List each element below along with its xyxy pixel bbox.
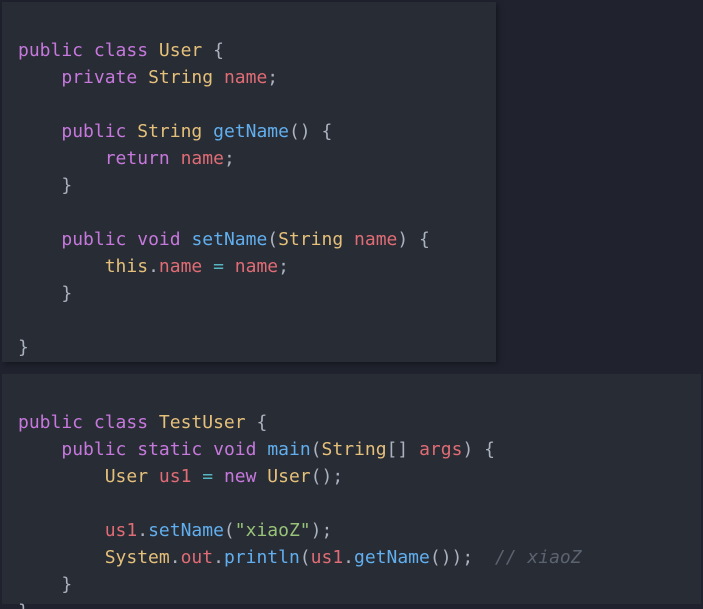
- type: String: [278, 229, 343, 250]
- paren: ) {: [462, 439, 495, 460]
- variable: us1: [159, 466, 192, 487]
- keyword: public: [18, 412, 83, 433]
- type: String: [137, 121, 202, 142]
- code-line: }: [18, 337, 29, 358]
- code-block-testuser: public class TestUser { public static vo…: [2, 374, 701, 604]
- code-line: public class TestUser {: [18, 412, 267, 433]
- class-name: TestUser: [159, 412, 246, 433]
- dot: .: [343, 547, 354, 568]
- blank-line: [18, 493, 29, 514]
- code-line: public static void main(String[] args) {: [18, 439, 495, 460]
- code-line: }: [18, 574, 72, 595]
- identifier: name: [235, 256, 278, 277]
- paren: (: [224, 520, 235, 541]
- keyword: void: [213, 439, 256, 460]
- string-literal: "xiaoZ": [235, 520, 311, 541]
- code-line: public void setName(String name) {: [18, 229, 430, 250]
- paren: (: [311, 439, 322, 460]
- keyword: private: [61, 67, 137, 88]
- constructor: User: [267, 466, 310, 487]
- paren: (: [267, 229, 278, 250]
- code-line: this.name = name;: [18, 256, 289, 277]
- code-line: }: [18, 283, 72, 304]
- type: String: [322, 439, 387, 460]
- code-line: public class User {: [18, 40, 224, 61]
- class-name: User: [159, 40, 202, 61]
- brackets: []: [387, 439, 409, 460]
- code-line: private String name;: [18, 67, 278, 88]
- brace: {: [202, 40, 224, 61]
- parameter: name: [354, 229, 397, 250]
- dot: .: [148, 256, 159, 277]
- keyword: class: [94, 40, 148, 61]
- method: main: [267, 439, 310, 460]
- semicolon: ;: [224, 148, 235, 169]
- keyword: class: [94, 412, 148, 433]
- method: getName: [354, 547, 430, 568]
- keyword: public: [61, 121, 126, 142]
- type: String: [148, 67, 213, 88]
- blank-line: [18, 310, 29, 331]
- brace: }: [18, 337, 29, 358]
- method: println: [224, 547, 300, 568]
- dot: .: [170, 547, 181, 568]
- code-block-user: public class User { private String name;…: [2, 2, 496, 362]
- variable: us1: [311, 547, 344, 568]
- field: out: [181, 547, 214, 568]
- brace: }: [61, 283, 72, 304]
- paren: );: [311, 520, 333, 541]
- method: setName: [191, 229, 267, 250]
- method: getName: [213, 121, 289, 142]
- dot: .: [213, 547, 224, 568]
- blank-line: [18, 202, 29, 223]
- keyword: public: [61, 439, 126, 460]
- semicolon: ;: [267, 67, 278, 88]
- code-line: System.out.println(us1.getName()); // xi…: [18, 547, 582, 568]
- semicolon: ;: [278, 256, 289, 277]
- paren: (: [300, 547, 311, 568]
- field: name: [159, 256, 202, 277]
- paren: ());: [430, 547, 473, 568]
- keyword: static: [137, 439, 202, 460]
- keyword: public: [18, 40, 83, 61]
- code-line: }: [18, 175, 72, 196]
- call: ();: [311, 466, 344, 487]
- code-line: us1.setName("xiaoZ");: [18, 520, 332, 541]
- method: setName: [148, 520, 224, 541]
- brace: {: [246, 412, 268, 433]
- brace: }: [61, 574, 72, 595]
- paren: () {: [289, 121, 332, 142]
- paren: ) {: [397, 229, 430, 250]
- code-line: public String getName() {: [18, 121, 332, 142]
- field: name: [224, 67, 267, 88]
- keyword: return: [105, 148, 170, 169]
- keyword: void: [137, 229, 180, 250]
- keyword: public: [61, 229, 126, 250]
- comment: // xiaoZ: [473, 547, 581, 568]
- blank-line: [18, 94, 29, 115]
- code-line: User us1 = new User();: [18, 466, 343, 487]
- brace: }: [18, 601, 29, 609]
- identifier: name: [181, 148, 224, 169]
- code-line: }: [18, 601, 29, 609]
- code-line: return name;: [18, 148, 235, 169]
- dot: .: [137, 520, 148, 541]
- keyword-this: this: [105, 256, 148, 277]
- variable: us1: [105, 520, 138, 541]
- operator: =: [202, 256, 235, 277]
- parameter: args: [419, 439, 462, 460]
- keyword: new: [224, 466, 257, 487]
- class-ref: System: [105, 547, 170, 568]
- type: User: [105, 466, 148, 487]
- operator: =: [191, 466, 224, 487]
- brace: }: [61, 175, 72, 196]
